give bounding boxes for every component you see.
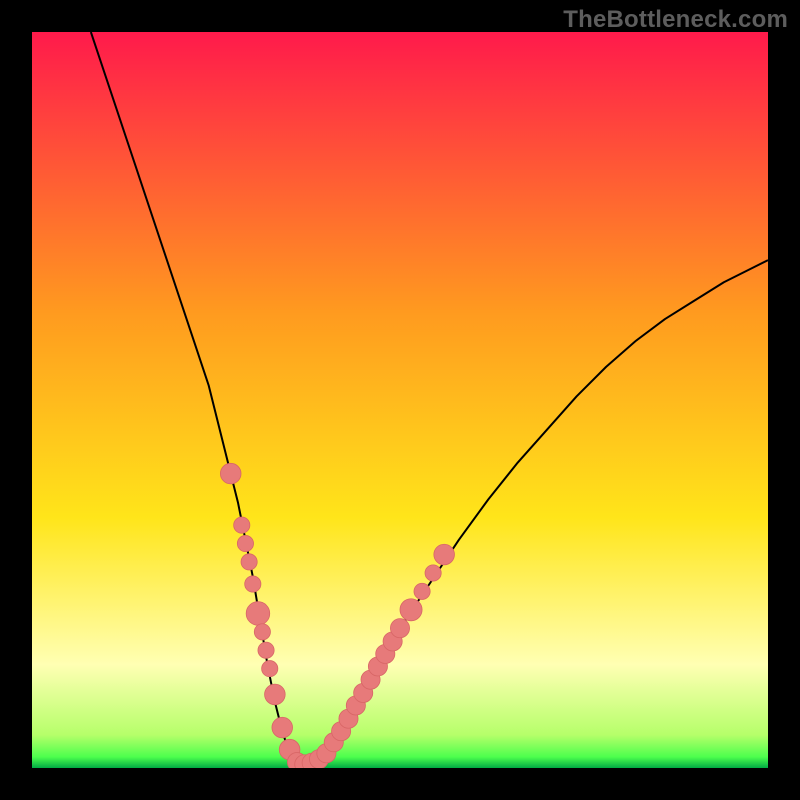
data-marker [234,517,250,533]
data-marker [414,583,430,599]
data-marker [245,576,261,592]
data-marker [258,642,274,658]
data-marker [390,619,409,638]
data-marker [237,535,253,551]
data-marker [246,602,270,626]
chart-frame: TheBottleneck.com [0,0,800,800]
data-marker [241,554,257,570]
data-marker [400,599,422,621]
data-marker [262,661,278,677]
gradient-background [32,32,768,768]
data-marker [265,684,286,705]
data-marker [220,463,241,484]
data-marker [254,624,270,640]
data-marker [272,717,293,738]
watermark-text: TheBottleneck.com [563,6,788,34]
chart-svg [32,32,768,768]
data-marker [434,544,455,565]
plot-area [32,32,768,768]
data-marker [425,565,441,581]
